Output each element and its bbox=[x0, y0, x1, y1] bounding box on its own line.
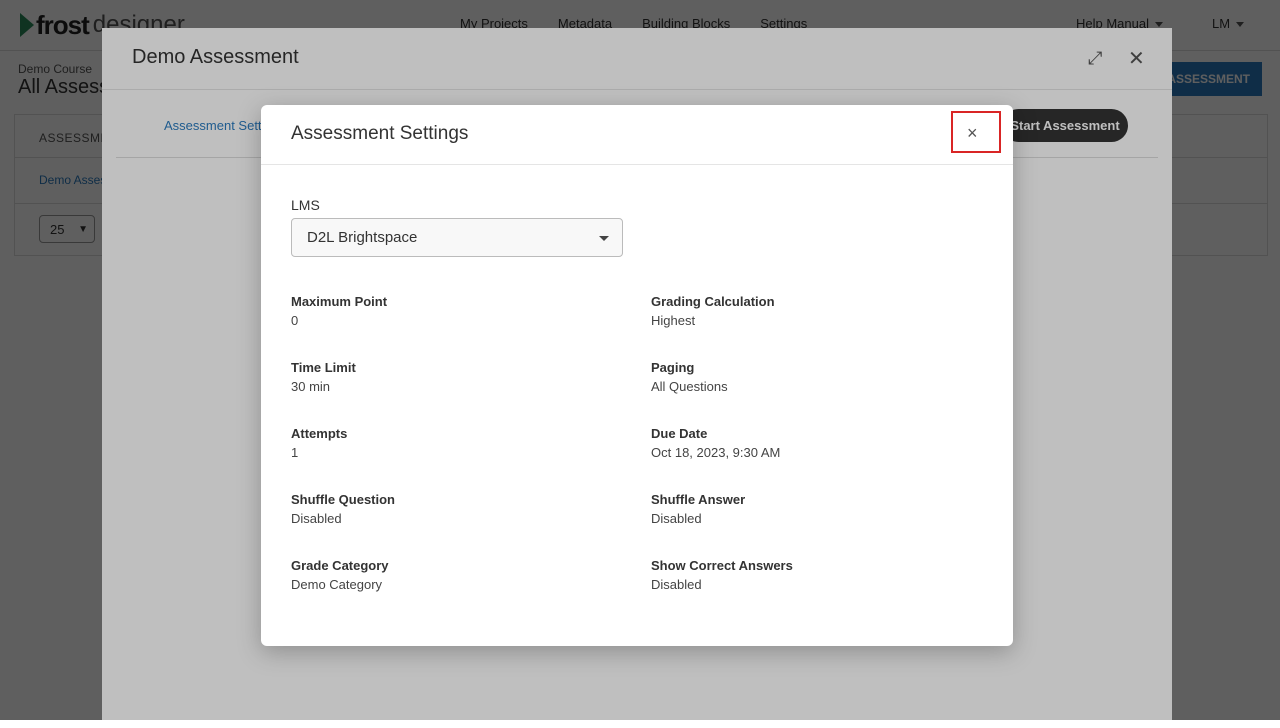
field-label: Maximum Point bbox=[291, 294, 388, 309]
field-label: Shuffle Answer bbox=[651, 492, 746, 507]
field-value: 0 bbox=[291, 313, 299, 328]
lms-select[interactable]: D2L Brightspace bbox=[291, 218, 623, 257]
field-label: Shuffle Question bbox=[291, 492, 395, 507]
field-label: Attempts bbox=[291, 426, 348, 441]
field-label: Show Correct Answers bbox=[651, 558, 793, 573]
field-shuffle-answer: Shuffle Answer Disabled bbox=[651, 492, 745, 526]
settings-modal-title: Assessment Settings bbox=[291, 123, 469, 144]
field-label: Paging bbox=[651, 360, 695, 375]
field-show-correct-answers: Show Correct Answers Disabled bbox=[651, 558, 793, 592]
field-value: Disabled bbox=[291, 511, 342, 526]
field-label: Time Limit bbox=[291, 360, 356, 375]
field-value: Disabled bbox=[651, 577, 702, 592]
field-shuffle-question: Shuffle Question Disabled bbox=[291, 492, 395, 526]
assessment-settings-modal: Assessment Settings × LMS D2L Brightspac… bbox=[261, 105, 1013, 646]
field-value: Disabled bbox=[651, 511, 702, 526]
field-grade-category: Grade Category Demo Category bbox=[291, 558, 389, 592]
settings-header-divider bbox=[261, 164, 1013, 165]
close-icon[interactable]: × bbox=[967, 123, 978, 144]
caret-down-icon bbox=[599, 236, 609, 241]
field-grading-calculation: Grading Calculation Highest bbox=[651, 294, 775, 328]
lms-selected-value: D2L Brightspace bbox=[307, 229, 418, 246]
field-value: Oct 18, 2023, 9:30 AM bbox=[651, 445, 781, 460]
field-paging: Paging All Questions bbox=[651, 360, 728, 394]
field-attempts: Attempts 1 bbox=[291, 426, 347, 460]
field-value: 1 bbox=[291, 445, 299, 460]
field-label: Grading Calculation bbox=[651, 294, 775, 309]
field-label: Due Date bbox=[651, 426, 708, 441]
field-label: Grade Category bbox=[291, 558, 389, 573]
field-maximum-point: Maximum Point 0 bbox=[291, 294, 387, 328]
field-value: 30 min bbox=[291, 379, 331, 394]
field-value: All Questions bbox=[651, 379, 728, 394]
field-value: Highest bbox=[651, 313, 696, 328]
lms-label: LMS bbox=[291, 197, 320, 213]
field-time-limit: Time Limit 30 min bbox=[291, 360, 356, 394]
field-value: Demo Category bbox=[291, 577, 383, 592]
field-due-date: Due Date Oct 18, 2023, 9:30 AM bbox=[651, 426, 780, 460]
